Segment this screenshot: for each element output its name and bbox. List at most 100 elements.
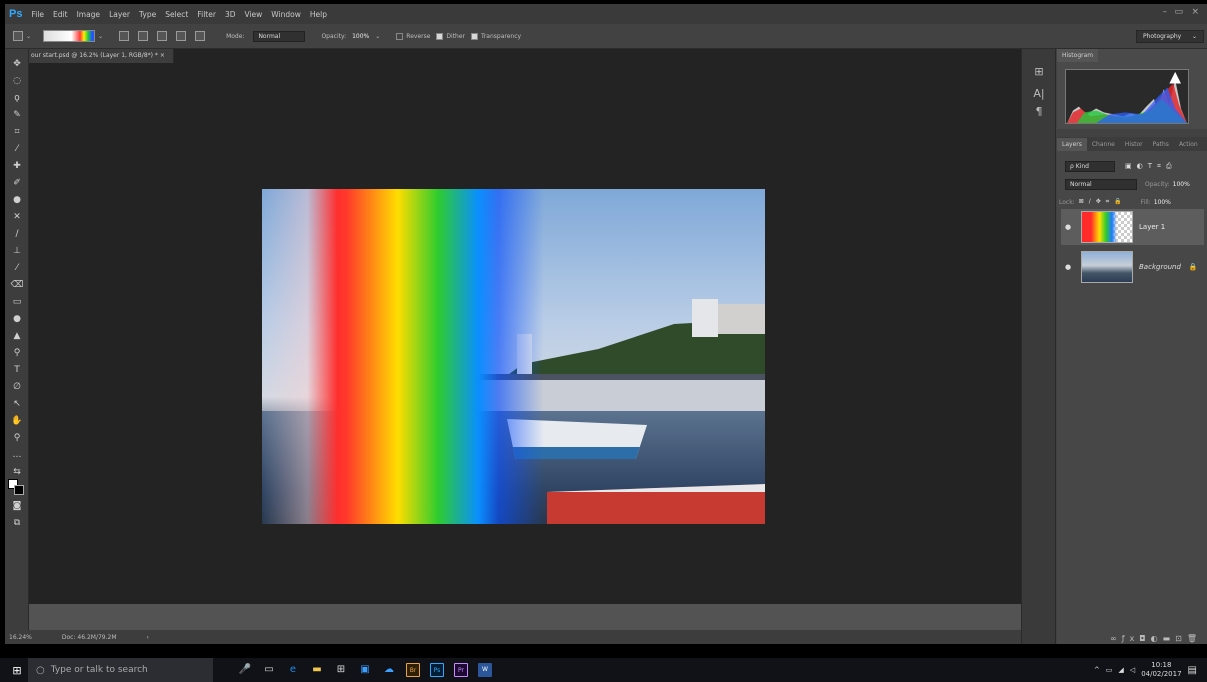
blend-mode-dropdown[interactable]: Normal [1065,178,1137,190]
minimize-button[interactable]: – [1163,7,1168,17]
stamp-tool-icon[interactable]: ⊥ [5,244,29,258]
word-icon[interactable]: W [478,663,492,677]
menu-3d[interactable]: 3D [225,10,236,19]
menu-window[interactable]: Window [271,10,301,19]
character-icon[interactable]: A| [1022,87,1056,100]
close-tab-icon[interactable]: × [160,52,165,59]
move-tool-icon[interactable]: ✥ [5,57,29,71]
premiere-icon[interactable]: Pr [454,663,468,677]
menu-type[interactable]: Type [139,10,156,19]
status-menu-arrow-icon[interactable]: › [147,634,149,641]
type-tool-icon[interactable]: T [5,363,29,377]
eyedropper-tool-icon[interactable]: ⁄ [5,142,29,156]
fill-value[interactable]: 100% [1154,199,1171,206]
histogram-warning-icon[interactable] [1169,71,1181,84]
gradient-tool-icon[interactable]: ▭ [5,295,29,309]
task-view-icon[interactable]: ▭ [257,658,281,682]
tray-arrow-icon[interactable]: ^ [1094,666,1100,674]
dodge-tool-icon[interactable]: ⚲ [5,346,29,360]
photos-icon[interactable]: ☁ [377,658,401,682]
store-icon[interactable]: ⊞ [329,658,353,682]
zoom-tool-icon[interactable]: ⚲ [5,431,29,445]
mode-dropdown[interactable]: Normal [253,30,306,42]
workspace-switcher[interactable]: Photography ⌄ [1136,30,1204,43]
pen-tool-icon[interactable]: ∅ [5,380,29,394]
quick-mask-icon[interactable]: ◙ [5,499,29,513]
document-canvas[interactable] [262,189,765,524]
menu-layer[interactable]: Layer [109,10,130,19]
tab-layers[interactable]: Layers [1057,137,1087,151]
tab-histogram[interactable]: Histogram [1057,49,1099,62]
clone-stamp-tool-icon[interactable]: ● [5,193,29,207]
clock[interactable]: 10:18 04/02/2017 [1141,661,1181,679]
document-tab[interactable]: our start.psd @ 16.2% (Layer 1, RGB/8*) … [29,49,174,63]
swap-colors-icon[interactable]: ⇆ [5,465,29,479]
crop-tool-icon[interactable]: ⌗ [5,125,29,139]
visibility-eye-icon[interactable]: ● [1061,223,1075,231]
lasso-tool-icon[interactable]: ϙ [5,91,29,105]
layer-row-layer-1[interactable]: ● Layer 1 [1061,209,1204,245]
tab-history[interactable]: Histor [1120,138,1148,151]
properties-icon[interactable]: ⊞ [1022,65,1056,78]
hand-tool-icon[interactable]: ✋ [5,414,29,428]
edge-icon[interactable]: e [281,658,305,682]
menu-edit[interactable]: Edit [53,10,68,19]
opacity-dropdown-icon[interactable]: ⌄ [375,33,380,40]
battery-icon[interactable]: ▭ [1106,666,1113,674]
radial-gradient-button[interactable] [138,31,151,41]
photoshop-taskbar-icon[interactable]: Ps [430,663,444,677]
eraser-alt-tool-icon[interactable]: ⌫ [5,278,29,292]
menu-image[interactable]: Image [77,10,101,19]
more-tools-icon[interactable]: … [5,448,29,462]
reverse-checkbox[interactable]: Reverse [396,32,430,40]
menu-select[interactable]: Select [165,10,188,19]
gradient-editor-swatch[interactable] [43,30,96,42]
background-color-swatch[interactable] [14,485,24,495]
opacity-value[interactable]: 100% [352,33,369,40]
lock-icons[interactable]: ⊠∕✥⌗🔒 [1079,198,1127,206]
app-icon[interactable]: ▣ [353,658,377,682]
menu-view[interactable]: View [244,10,262,19]
layer-row-background[interactable]: ● Background 🔒 [1061,249,1204,285]
visibility-eye-icon[interactable]: ● [1061,263,1075,271]
blur-tool-icon[interactable]: ● [5,312,29,326]
tab-actions[interactable]: Action [1174,138,1203,151]
layer-filter-icons[interactable]: ▣◐T⌗⎙ [1125,162,1177,171]
zoom-level[interactable]: 16.24% [9,634,32,641]
menu-help[interactable]: Help [310,10,327,19]
menu-file[interactable]: File [31,10,44,19]
eraser-tool-icon[interactable]: ∕ [5,227,29,241]
tab-channels[interactable]: Channe [1087,138,1120,151]
file-explorer-icon[interactable]: ▬ [305,658,329,682]
reflected-gradient-button[interactable] [176,31,189,41]
kind-filter-dropdown[interactable]: ρ Kind [1065,160,1115,172]
tool-preset-picker[interactable]: ⌄ [13,31,31,41]
sharpen-tool-icon[interactable]: ▲ [5,329,29,343]
menu-filter[interactable]: Filter [197,10,216,19]
paragraph-icon[interactable]: ¶ [1022,105,1056,118]
path-select-tool-icon[interactable]: ↖ [5,397,29,411]
transparency-checkbox[interactable]: Transparency [471,32,521,40]
healing-brush-tool-icon[interactable]: ✚ [5,159,29,173]
screen-mode-icon[interactable]: ⧉ [5,516,29,530]
bridge-icon[interactable]: Br [406,663,420,677]
gradient-dropdown[interactable]: ⌄ [98,33,103,40]
quick-select-tool-icon[interactable]: ✎ [5,108,29,122]
layer-opacity-value[interactable]: 100% [1173,181,1190,188]
diamond-gradient-button[interactable] [195,31,208,41]
volume-icon[interactable]: ◁ [1130,666,1135,674]
tab-paths[interactable]: Paths [1148,138,1174,151]
layer-actions-bar[interactable]: ∞ƒx◘◐▬⊡🗑 [1057,634,1207,643]
dither-checkbox[interactable]: Dither [436,32,465,40]
network-icon[interactable]: ◢ [1118,666,1123,674]
brush-tool-icon[interactable]: ✐ [5,176,29,190]
close-window-button[interactable]: × [1191,7,1199,17]
art-brush-tool-icon[interactable]: ⁄ [5,261,29,275]
linear-gradient-button[interactable] [119,31,132,41]
microphone-icon[interactable]: 🎤 [233,658,257,682]
angle-gradient-button[interactable] [157,31,170,41]
windows-start-icon[interactable]: ⊞ [6,664,28,677]
notifications-icon[interactable]: ▤ [1188,665,1197,676]
history-brush-tool-icon[interactable]: ✕ [5,210,29,224]
marquee-tool-icon[interactable]: ◌ [5,74,29,88]
